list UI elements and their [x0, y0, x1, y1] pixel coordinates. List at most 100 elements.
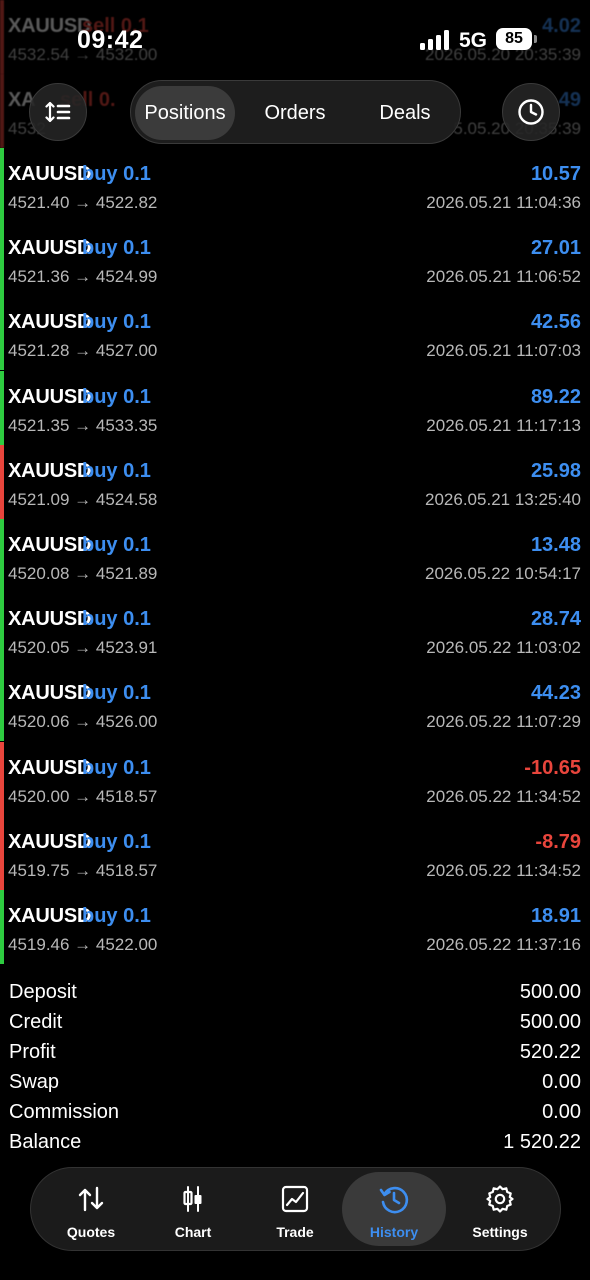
sort-button[interactable]: [29, 83, 87, 141]
tab-chart[interactable]: Chart: [141, 1172, 245, 1246]
deal-row[interactable]: XAUUSD buy 0.1 4521.09 → 4524.58 25.98 2026.…: [0, 444, 590, 519]
summary-row-deposit: Deposit 500.00: [0, 978, 590, 1008]
deal-status-bar: [0, 519, 4, 593]
deal-status-bar: [0, 370, 4, 445]
deal-status-bar: [0, 890, 4, 964]
deal-row[interactable]: XAUUSD buy 0.1 4521.28 → 4527.00 42.56 2026.…: [0, 296, 590, 371]
tab-deals[interactable]: Deals: [353, 86, 457, 140]
tab-label: Quotes: [66, 1224, 116, 1240]
deal-date: 2026.05.22 11:37:16: [426, 935, 581, 954]
battery-icon: 85: [496, 28, 532, 50]
deal-status-bar: [0, 667, 4, 742]
gear-icon: [486, 1185, 514, 1213]
summary-label: Swap: [9, 1071, 60, 1093]
summary-value: 520.22: [519, 1041, 581, 1063]
deal-profit: 42.56: [530, 311, 581, 334]
status-time: 09:42: [77, 26, 144, 54]
battery-tip: [534, 35, 537, 43]
tab-label: History: [369, 1224, 419, 1240]
deal-symbol: XAUUSD: [8, 385, 92, 408]
deal-status-bar: [0, 444, 4, 519]
history-clock-icon: [379, 1186, 409, 1214]
summary-row-balance: Balance 1 520.22: [0, 1128, 590, 1158]
deal-date: 2026.05.21 11:04:36: [426, 193, 581, 212]
deal-row[interactable]: XAUUSD buy 0.1 4521.40 → 4522.82 10.57 2026.…: [0, 148, 590, 222]
deal-row[interactable]: XAUUSD buy 0.1 4520.00 → 4518.57 -10.65 2026…: [0, 741, 590, 816]
deal-prices: 4520.06 → 4526.00: [8, 712, 158, 732]
deal-row[interactable]: XAUUSD buy 0.1 4520.08 → 4521.89 13.48 2026.…: [0, 519, 590, 593]
deal-symbol: XAUUSD: [8, 311, 92, 334]
deal-prices: 4521.09 → 4524.58: [8, 489, 158, 509]
deal-symbol: XAUUSD: [8, 534, 92, 556]
deal-side: buy 0.1: [82, 830, 151, 853]
summary-label: Commission: [9, 1101, 120, 1123]
deal-row[interactable]: XAUUSD buy 0.1 4521.36 → 4524.99 27.01 2026.…: [0, 222, 590, 297]
tab-history[interactable]: History: [342, 1172, 446, 1246]
deal-date: 2026.05.22 11:07:29: [426, 712, 581, 732]
deal-date: 2026.05.21 11:17:13: [426, 415, 581, 435]
deal-prices: 4521.28 → 4527.00: [8, 341, 158, 361]
tab-label: Settings: [472, 1224, 528, 1240]
deal-date: 2026.05.22 11:34:52: [426, 786, 581, 806]
deal-side: buy 0.1: [82, 534, 151, 556]
deal-profit: 89.22: [530, 385, 581, 408]
battery-level: 85: [505, 30, 523, 47]
candlestick-icon: [183, 1186, 202, 1212]
deal-symbol: XAUUSD: [8, 163, 92, 185]
status-bar: 09:42 5G 85: [0, 0, 590, 80]
deal-row[interactable]: XAUUSD buy 0.1 4521.35 → 4533.35 89.22 2026.…: [0, 370, 590, 445]
tab-quotes[interactable]: Quotes: [39, 1172, 143, 1246]
summary-value: 500.00: [519, 1011, 581, 1033]
deal-status-bar: [0, 741, 4, 816]
clock-icon: [518, 99, 544, 125]
deal-row[interactable]: XAUUSD buy 0.1 4519.46 → 4522.00 18.91 2026.…: [0, 890, 590, 964]
deal-symbol: XAUUSD: [8, 682, 92, 705]
deal-symbol: XAUUSD: [8, 905, 92, 927]
tab-label: Trade: [276, 1224, 314, 1240]
deal-row[interactable]: XAUUSD buy 0.1 4520.06 → 4526.00 44.23 2026.…: [0, 667, 590, 742]
deal-profit: 10.57: [530, 163, 581, 185]
network-type: 5G: [459, 29, 488, 52]
history-segment-control: Positions Orders Deals: [130, 80, 461, 144]
deal-status-bar: [0, 148, 4, 222]
period-button[interactable]: [502, 83, 560, 141]
deal-status-bar: [0, 593, 4, 668]
deal-status-bar: [0, 815, 4, 890]
deal-side: buy 0.1: [82, 237, 151, 260]
deal-symbol: XAUUSD: [8, 830, 92, 853]
quotes-arrows-icon: [78, 1186, 104, 1212]
deal-side: buy 0.1: [82, 163, 151, 185]
summary-label: Profit: [9, 1041, 56, 1063]
deal-symbol: XAUUSD: [8, 756, 92, 779]
bottom-tab-bar: Quotes Chart Trade History Settings: [30, 1167, 561, 1251]
deal-side: buy 0.1: [82, 756, 151, 779]
deal-status-bar: [0, 296, 4, 371]
deal-prices: 4520.05 → 4523.91: [8, 638, 158, 658]
deal-side: buy 0.1: [82, 459, 151, 482]
deal-row[interactable]: XAUUSD buy 0.1 4520.05 → 4523.91 28.74 2026.…: [0, 593, 590, 668]
deal-prices: 4521.36 → 4524.99: [8, 267, 158, 287]
deal-status-bar: [0, 222, 4, 297]
deal-side: buy 0.1: [82, 608, 151, 631]
deal-profit: 18.91: [530, 905, 581, 927]
tab-positions[interactable]: Positions: [135, 86, 235, 140]
summary-label: Balance: [9, 1131, 82, 1153]
deal-prices: 4519.46 → 4522.00: [8, 935, 158, 954]
tab-orders[interactable]: Orders: [245, 86, 345, 140]
deal-date: 2026.05.22 11:03:02: [426, 638, 581, 658]
deal-date: 2026.05.21 11:06:52: [426, 267, 581, 287]
summary-label: Deposit: [9, 981, 77, 1003]
deal-side: buy 0.1: [82, 385, 151, 408]
deal-prices: 4519.75 → 4518.57: [8, 860, 158, 880]
deal-profit: -8.79: [535, 830, 581, 853]
tab-settings[interactable]: Settings: [448, 1172, 552, 1246]
summary-row-commission: Commission 0.00: [0, 1098, 590, 1128]
deal-side: buy 0.1: [82, 682, 151, 705]
summary-value: 500.00: [519, 981, 581, 1003]
cellular-signal-icon: [420, 30, 450, 50]
deal-row[interactable]: XAUUSD buy 0.1 4519.75 → 4518.57 -8.79 2026.…: [0, 815, 590, 890]
summary-row-profit: Profit 520.22: [0, 1038, 590, 1068]
tab-trade[interactable]: Trade: [243, 1172, 347, 1246]
deal-profit: 25.98: [530, 459, 581, 482]
deal-prices: 4521.35 → 4533.35: [8, 415, 158, 435]
